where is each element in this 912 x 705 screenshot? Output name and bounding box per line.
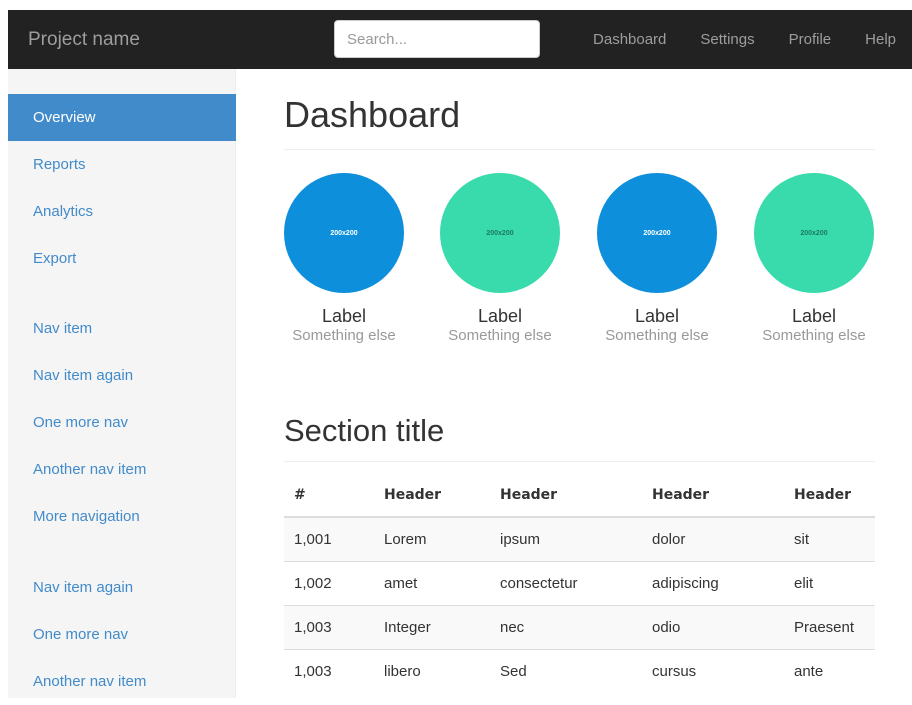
data-table-wrapper: # Header Header Header Header 1,001 Lore… <box>284 474 875 693</box>
sidebar-group-3: Nav item again One more nav Another nav … <box>8 564 236 705</box>
search-input[interactable] <box>334 20 540 58</box>
section-divider <box>284 461 875 462</box>
top-navbar: Project name Dashboard Settings Profile … <box>8 10 912 69</box>
title-divider <box>284 149 875 150</box>
table-cell: odio <box>642 605 784 650</box>
table-cell: Praesent <box>784 605 875 650</box>
placeholder-image: 200x200 <box>284 173 404 293</box>
placeholder-label: Label <box>477 306 523 326</box>
data-table: # Header Header Header Header 1,001 Lore… <box>284 474 875 693</box>
table-cell: amet <box>374 561 490 606</box>
table-row: 1,003 Integer nec odio Praesent <box>284 605 875 650</box>
table-cell: libero <box>374 649 490 693</box>
nav-link-help[interactable]: Help <box>848 10 912 69</box>
placeholder-sublabel: Something else <box>292 327 396 344</box>
navbar-links: Dashboard Settings Profile Help <box>576 10 912 69</box>
table-cell: nec <box>490 605 642 650</box>
sidebar-item-another-nav-item[interactable]: Another nav item <box>8 446 236 493</box>
table-cell: Integer <box>374 605 490 650</box>
nav-link-dashboard[interactable]: Dashboard <box>576 10 683 69</box>
table-cell: Lorem <box>374 516 490 562</box>
placeholder-image-text: 200x200 <box>486 229 514 237</box>
placeholder-sublabel: Something else <box>605 327 709 344</box>
table-row: 1,002 amet consectetur adipiscing elit <box>284 561 875 606</box>
table-header-cell: # <box>284 474 374 518</box>
placeholder-card: 200x200 Label Something else <box>597 173 717 346</box>
placeholder-image-text: 200x200 <box>330 229 358 237</box>
sidebar-item-overview[interactable]: Overview <box>8 94 236 141</box>
table-header-cell: Header <box>374 474 490 518</box>
table-cell: cursus <box>642 649 784 693</box>
placeholder-label: Label <box>791 306 837 326</box>
table-cell: Sed <box>490 649 642 693</box>
table-cell: ante <box>784 649 875 693</box>
table-cell: 1,001 <box>284 516 374 562</box>
table-cell: 1,002 <box>284 561 374 606</box>
sidebar-item-more-navigation[interactable]: More navigation <box>8 493 236 540</box>
sidebar-item-nav-item-again-2[interactable]: Nav item again <box>8 564 236 611</box>
table-cell: ipsum <box>490 516 642 562</box>
sidebar-item-nav-item[interactable]: Nav item <box>8 305 236 352</box>
placeholder-card: 200x200 Label Something else <box>754 173 874 346</box>
table-cell: consectetur <box>490 561 642 606</box>
table-header-cell: Header <box>784 474 875 518</box>
table-header-cell: Header <box>490 474 642 518</box>
table-header-cell: Header <box>642 474 784 518</box>
placeholder-sublabel: Something else <box>448 327 552 344</box>
sidebar-item-analytics[interactable]: Analytics <box>8 188 236 235</box>
placeholder-image: 200x200 <box>597 173 717 293</box>
table-cell: elit <box>784 561 875 606</box>
nav-link-settings[interactable]: Settings <box>683 10 771 69</box>
page-title: Dashboard <box>284 94 461 135</box>
placeholder-image-text: 200x200 <box>800 229 828 237</box>
table-cell: adipiscing <box>642 561 784 606</box>
placeholder-image-text: 200x200 <box>643 229 671 237</box>
placeholder-label: Label <box>634 306 680 326</box>
sidebar-item-nav-item-again[interactable]: Nav item again <box>8 352 236 399</box>
placeholder-card: 200x200 Label Something else <box>440 173 560 346</box>
sidebar-item-export[interactable]: Export <box>8 235 236 282</box>
table-row: 1,001 Lorem ipsum dolor sit <box>284 516 875 562</box>
sidebar-group-1: Overview Reports Analytics Export <box>8 94 236 282</box>
section-title: Section title <box>284 413 445 448</box>
sidebar-item-one-more-nav-2[interactable]: One more nav <box>8 611 236 658</box>
placeholder-image: 200x200 <box>754 173 874 293</box>
table-cell: sit <box>784 516 875 562</box>
table-row: 1,003 libero Sed cursus ante <box>284 649 875 693</box>
table-cell: dolor <box>642 516 784 562</box>
window-top-margin <box>0 0 912 10</box>
sidebar-group-2: Nav item Nav item again One more nav Ano… <box>8 305 236 540</box>
table-cell: 1,003 <box>284 649 374 693</box>
sidebar-item-reports[interactable]: Reports <box>8 141 236 188</box>
placeholder-card: 200x200 Label Something else <box>284 173 404 346</box>
brand-link[interactable]: Project name <box>28 10 140 69</box>
table-cell: 1,003 <box>284 605 374 650</box>
nav-link-profile[interactable]: Profile <box>772 10 849 69</box>
placeholder-sublabel: Something else <box>762 327 866 344</box>
placeholder-image: 200x200 <box>440 173 560 293</box>
placeholder-label: Label <box>321 306 367 326</box>
table-header-row: # Header Header Header Header <box>284 474 875 518</box>
sidebar-item-one-more-nav[interactable]: One more nav <box>8 399 236 446</box>
sidebar: Overview Reports Analytics Export Nav it… <box>8 69 236 698</box>
